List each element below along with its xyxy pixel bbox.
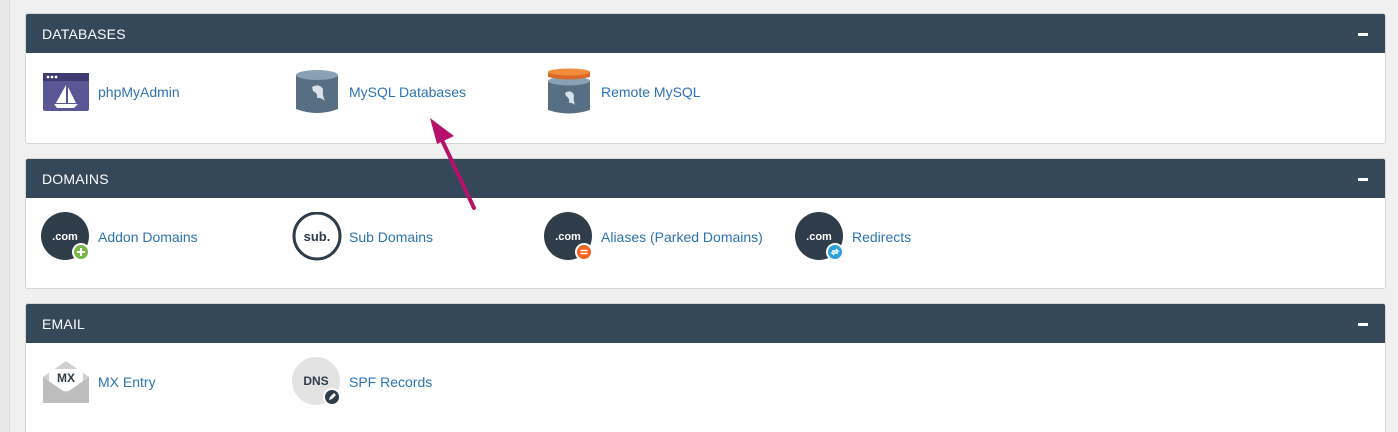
email-panel: EMAIL MX MX Entry DNS SPF Records <box>25 303 1386 432</box>
collapse-icon[interactable] <box>1357 173 1369 185</box>
email-panel-body: MX MX Entry DNS SPF Records <box>26 343 1385 432</box>
aliases-link[interactable]: .com Aliases (Parked Domains) <box>544 212 763 262</box>
mysql-databases-link[interactable]: MySQL Databases <box>292 67 466 117</box>
phpmyadmin-link[interactable]: phpMyAdmin <box>41 67 180 117</box>
mysql-database-icon <box>292 67 342 117</box>
mysql-databases-label: MySQL Databases <box>349 84 466 100</box>
left-edge-bar <box>0 0 10 432</box>
phpmyadmin-icon <box>41 67 91 117</box>
remote-mysql-icon <box>544 67 594 117</box>
aliases-label: Aliases (Parked Domains) <box>601 229 763 245</box>
addon-domains-label: Addon Domains <box>98 229 198 245</box>
svg-text:.com: .com <box>555 231 581 243</box>
sub-domains-label: Sub Domains <box>349 229 434 245</box>
collapse-icon[interactable] <box>1357 318 1369 330</box>
phpmyadmin-label: phpMyAdmin <box>98 84 180 100</box>
addon-domain-icon: .com <box>41 212 91 262</box>
databases-panel-title: DATABASES <box>42 25 126 42</box>
redirects-label: Redirects <box>852 229 912 245</box>
redirect-domain-icon: .com <box>795 212 845 262</box>
domains-panel-title: DOMAINS <box>42 170 109 187</box>
email-panel-header[interactable]: EMAIL <box>26 304 1385 343</box>
email-panel-title: EMAIL <box>42 315 86 332</box>
domains-panel: DOMAINS .com Addon Domains sub. Sub Doma… <box>25 158 1386 289</box>
svg-text:.com: .com <box>52 231 78 243</box>
redirects-link[interactable]: .com Redirects <box>795 212 911 262</box>
sub-domains-link[interactable]: sub. Sub Domains <box>292 212 433 262</box>
spf-records-label: SPF Records <box>349 374 433 390</box>
mx-entry-icon: MX <box>41 357 91 407</box>
alias-domain-icon: .com <box>544 212 594 262</box>
svg-text:MX: MX <box>57 371 75 385</box>
mx-entry-link[interactable]: MX MX Entry <box>41 357 156 407</box>
svg-text:.com: .com <box>806 231 832 243</box>
subdomain-icon: sub. <box>292 212 342 262</box>
collapse-icon[interactable] <box>1357 28 1369 40</box>
spf-dns-icon: DNS <box>292 357 342 407</box>
remote-mysql-label: Remote MySQL <box>601 84 701 100</box>
databases-panel-body: phpMyAdmin MySQL Databases Remote MySQL <box>26 53 1385 143</box>
mx-entry-label: MX Entry <box>98 374 156 390</box>
addon-domains-link[interactable]: .com Addon Domains <box>41 212 198 262</box>
domains-panel-header[interactable]: DOMAINS <box>26 159 1385 198</box>
spf-records-link[interactable]: DNS SPF Records <box>292 357 432 407</box>
databases-panel-header[interactable]: DATABASES <box>26 14 1385 53</box>
svg-text:DNS: DNS <box>303 374 328 388</box>
remote-mysql-link[interactable]: Remote MySQL <box>544 67 701 117</box>
svg-text:sub.: sub. <box>304 229 331 244</box>
domains-panel-body: .com Addon Domains sub. Sub Domains .com… <box>26 198 1385 288</box>
databases-panel: DATABASES phpMyAdmin MySQL Databases Rem… <box>25 13 1386 144</box>
